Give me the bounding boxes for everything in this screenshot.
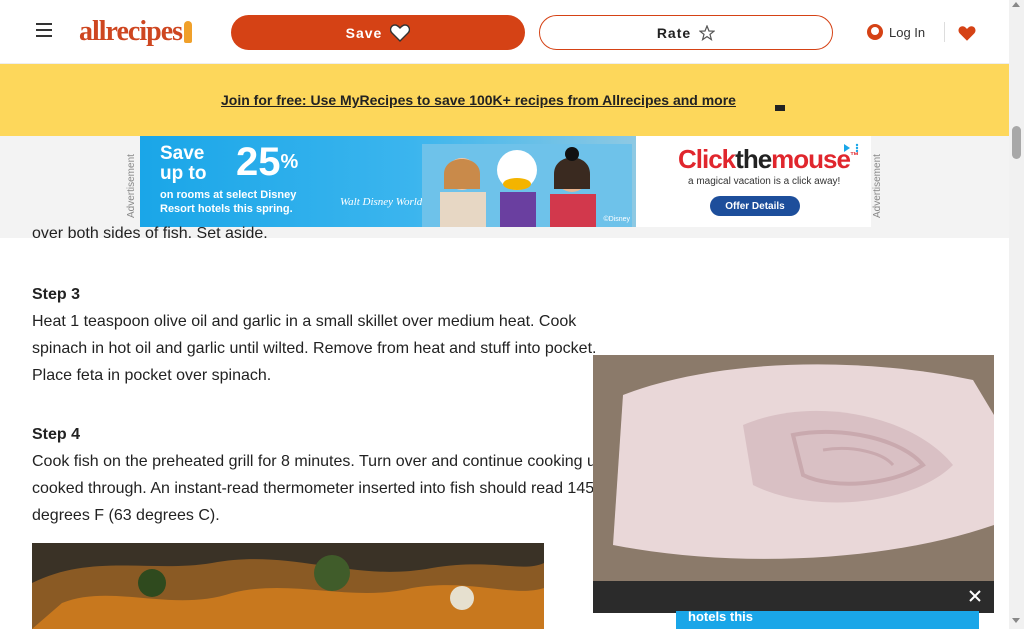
star-icon (699, 24, 716, 41)
brand-mouse: mouse (771, 144, 851, 174)
ad-copyright: ©Disney (603, 216, 630, 223)
recipe-photo[interactable] (32, 543, 544, 629)
logo-text: allrecipes (79, 16, 183, 47)
ad-label-left: Advertisement (126, 154, 137, 218)
page-scrollbar[interactable] (1009, 0, 1024, 629)
step-4: Step 4 Cook fish on the preheated grill … (32, 421, 622, 529)
save-label: Save (345, 24, 383, 41)
adchoices-icon[interactable] (843, 140, 863, 158)
hamburger-icon-line (36, 29, 52, 31)
scrollbar-thumb[interactable] (1012, 126, 1021, 159)
hamburger-icon (36, 23, 52, 25)
header-divider (944, 22, 945, 42)
disney-ad-banner[interactable]: Save up to 25% on rooms at select Disney… (140, 136, 871, 227)
ad-headline: Save up to (160, 144, 206, 184)
step-body: Cook fish on the preheated grill for 8 m… (32, 453, 617, 524)
user-icon (867, 24, 883, 40)
video-ad-text: hotels this (688, 609, 754, 624)
spoon-icon (184, 21, 193, 43)
heart-icon (390, 23, 411, 42)
rate-button[interactable]: Rate (539, 15, 833, 50)
ad-headline-save: Save (160, 143, 205, 164)
step-3: Step 3 Heat 1 teaspoon olive oil and gar… (32, 281, 622, 389)
step-title: Step 4 (32, 426, 81, 443)
close-icon (968, 589, 981, 602)
ad-percent-sign: % (280, 151, 299, 173)
ad-label-right: Advertisement (872, 154, 883, 218)
saved-recipes-button[interactable] (955, 20, 979, 46)
ad-photo-family (422, 144, 632, 227)
ad-left-panel: Save up to 25% on rooms at select Disney… (140, 136, 636, 227)
step-title: Step 3 (32, 286, 81, 303)
close-icon (774, 105, 785, 111)
scroll-up-arrow-icon[interactable] (1012, 2, 1020, 7)
ad-subline: on rooms at select Disney Resort hotels … (160, 189, 297, 215)
step-body: Heat 1 teaspoon olive oil and garlic in … (32, 313, 597, 384)
wdw-logo: Walt Disney World (340, 196, 423, 208)
rate-label: Rate (656, 24, 692, 41)
hamburger-icon-line (36, 35, 52, 37)
login-link[interactable]: Log In (867, 19, 934, 45)
ad-tagline: a magical vacation is a click away! (688, 176, 841, 187)
video-close-button[interactable] (962, 582, 987, 609)
login-label: Log In (889, 24, 926, 40)
offer-details-button[interactable]: Offer Details (710, 196, 800, 216)
step-2-cut-off-text: over both sides of fish. Set aside. (32, 225, 268, 238)
ad-headline-up-to: up to (160, 163, 207, 184)
menu-button[interactable] (31, 17, 57, 43)
ad-percent: 25% (236, 142, 298, 182)
scroll-down-arrow-icon[interactable] (1012, 618, 1020, 623)
ad-right-panel: Clickthemouse™ a magical vacation is a c… (636, 136, 871, 227)
banner-dismiss-button[interactable] (770, 88, 789, 112)
join-free-link[interactable]: Join for free: Use MyRecipes to save 100… (221, 88, 757, 112)
brand-click: Click (678, 144, 736, 174)
save-button[interactable]: Save (231, 15, 525, 50)
ad-percent-value: 25 (236, 140, 281, 184)
clickthemouse-logo: Clickthemouse™ (678, 144, 859, 175)
brand-the: the (735, 144, 772, 174)
allrecipes-logo[interactable]: allrecipes (79, 14, 210, 50)
video-overlay-ad[interactable]: hotels this (676, 501, 979, 629)
heart-icon (958, 25, 976, 41)
